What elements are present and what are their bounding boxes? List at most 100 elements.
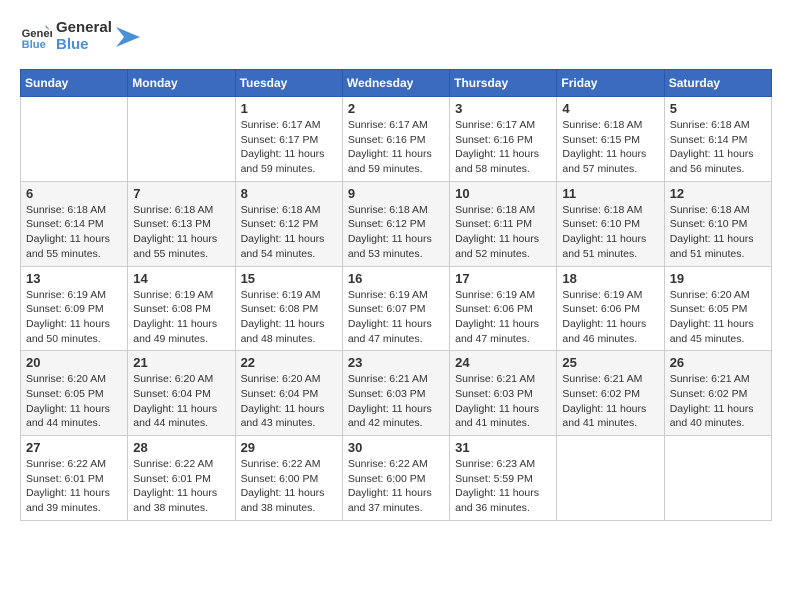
day-detail: Sunrise: 6:19 AM Sunset: 6:08 PM Dayligh… bbox=[241, 288, 337, 347]
day-detail: Sunrise: 6:20 AM Sunset: 6:04 PM Dayligh… bbox=[133, 372, 229, 431]
day-detail: Sunrise: 6:21 AM Sunset: 6:03 PM Dayligh… bbox=[455, 372, 551, 431]
day-number: 15 bbox=[241, 271, 337, 286]
calendar-cell: 15 Sunrise: 6:19 AM Sunset: 6:08 PM Dayli… bbox=[235, 266, 342, 351]
calendar-cell: 31Sunrise: 6:23 AM Sunset: 5:59 PM Dayli… bbox=[450, 436, 557, 521]
day-number: 20 bbox=[26, 355, 122, 370]
calendar-week-row: 27 Sunrise: 6:22 AM Sunset: 6:01 PM Dayli… bbox=[21, 436, 772, 521]
day-detail: Sunrise: 6:18 AM Sunset: 6:14 PM Dayligh… bbox=[670, 118, 766, 177]
day-number: 7 bbox=[133, 186, 229, 201]
day-number: 27 bbox=[26, 440, 122, 455]
day-number: 23 bbox=[348, 355, 444, 370]
calendar-cell bbox=[21, 97, 128, 182]
calendar-table: SundayMondayTuesdayWednesdayThursdayFrid… bbox=[20, 69, 772, 521]
day-number: 31 bbox=[455, 440, 551, 455]
day-detail: Sunrise: 6:20 AM Sunset: 6:04 PM Dayligh… bbox=[241, 372, 337, 431]
calendar-cell: 16 Sunrise: 6:19 AM Sunset: 6:07 PM Dayli… bbox=[342, 266, 449, 351]
day-number: 10 bbox=[455, 186, 551, 201]
day-detail: Sunrise: 6:21 AM Sunset: 6:02 PM Dayligh… bbox=[670, 372, 766, 431]
calendar-cell: 5Sunrise: 6:18 AM Sunset: 6:14 PM Daylig… bbox=[664, 97, 771, 182]
calendar-cell: 24Sunrise: 6:21 AM Sunset: 6:03 PM Dayli… bbox=[450, 351, 557, 436]
day-number: 22 bbox=[241, 355, 337, 370]
day-number: 18 bbox=[562, 271, 658, 286]
calendar-cell: 27 Sunrise: 6:22 AM Sunset: 6:01 PM Dayli… bbox=[21, 436, 128, 521]
logo-icon: General Blue bbox=[20, 21, 52, 53]
calendar-cell: 14 Sunrise: 6:19 AM Sunset: 6:08 PM Dayli… bbox=[128, 266, 235, 351]
day-number: 29 bbox=[241, 440, 337, 455]
calendar-cell: 4 Sunrise: 6:18 AM Sunset: 6:15 PM Daylig… bbox=[557, 97, 664, 182]
calendar-cell: 10 Sunrise: 6:18 AM Sunset: 6:11 PM Dayli… bbox=[450, 181, 557, 266]
calendar-cell: 28Sunrise: 6:22 AM Sunset: 6:01 PM Dayli… bbox=[128, 436, 235, 521]
day-number: 8 bbox=[241, 186, 337, 201]
day-number: 25 bbox=[562, 355, 658, 370]
calendar-week-row: 6Sunrise: 6:18 AM Sunset: 6:14 PM Daylig… bbox=[21, 181, 772, 266]
calendar-cell: 23 Sunrise: 6:21 AM Sunset: 6:03 PM Dayli… bbox=[342, 351, 449, 436]
day-detail: Sunrise: 6:18 AM Sunset: 6:15 PM Dayligh… bbox=[562, 118, 658, 177]
calendar-cell bbox=[664, 436, 771, 521]
day-detail: Sunrise: 6:19 AM Sunset: 6:06 PM Dayligh… bbox=[455, 288, 551, 347]
day-detail: Sunrise: 6:22 AM Sunset: 6:01 PM Dayligh… bbox=[133, 457, 229, 516]
logo-blue: Blue bbox=[56, 36, 89, 53]
calendar-cell: 30 Sunrise: 6:22 AM Sunset: 6:00 PM Dayli… bbox=[342, 436, 449, 521]
calendar-cell: 8 Sunrise: 6:18 AM Sunset: 6:12 PM Daylig… bbox=[235, 181, 342, 266]
calendar-cell: 26 Sunrise: 6:21 AM Sunset: 6:02 PM Dayli… bbox=[664, 351, 771, 436]
logo-arrow-icon bbox=[116, 27, 140, 47]
day-number: 13 bbox=[26, 271, 122, 286]
calendar-cell: 11 Sunrise: 6:18 AM Sunset: 6:10 PM Dayli… bbox=[557, 181, 664, 266]
calendar-cell: 22 Sunrise: 6:20 AM Sunset: 6:04 PM Dayli… bbox=[235, 351, 342, 436]
day-number: 11 bbox=[562, 186, 658, 201]
svg-text:Blue: Blue bbox=[22, 39, 46, 51]
day-detail: Sunrise: 6:18 AM Sunset: 6:13 PM Dayligh… bbox=[133, 203, 229, 262]
day-number: 19 bbox=[670, 271, 766, 286]
day-detail: Sunrise: 6:18 AM Sunset: 6:10 PM Dayligh… bbox=[670, 203, 766, 262]
calendar-header-thursday: Thursday bbox=[450, 70, 557, 97]
day-detail: Sunrise: 6:17 AM Sunset: 6:16 PM Dayligh… bbox=[455, 118, 551, 177]
calendar-header-monday: Monday bbox=[128, 70, 235, 97]
calendar-cell: 6Sunrise: 6:18 AM Sunset: 6:14 PM Daylig… bbox=[21, 181, 128, 266]
calendar-week-row: 20 Sunrise: 6:20 AM Sunset: 6:05 PM Dayli… bbox=[21, 351, 772, 436]
calendar-cell bbox=[128, 97, 235, 182]
day-detail: Sunrise: 6:20 AM Sunset: 6:05 PM Dayligh… bbox=[26, 372, 122, 431]
calendar-cell: 20 Sunrise: 6:20 AM Sunset: 6:05 PM Dayli… bbox=[21, 351, 128, 436]
day-number: 12 bbox=[670, 186, 766, 201]
calendar-cell: 12 Sunrise: 6:18 AM Sunset: 6:10 PM Dayli… bbox=[664, 181, 771, 266]
logo: General Blue General Blue bbox=[20, 20, 140, 53]
calendar-cell: 21Sunrise: 6:20 AM Sunset: 6:04 PM Dayli… bbox=[128, 351, 235, 436]
day-detail: Sunrise: 6:19 AM Sunset: 6:08 PM Dayligh… bbox=[133, 288, 229, 347]
day-detail: Sunrise: 6:18 AM Sunset: 6:10 PM Dayligh… bbox=[562, 203, 658, 262]
calendar-header-friday: Friday bbox=[557, 70, 664, 97]
day-detail: Sunrise: 6:17 AM Sunset: 6:17 PM Dayligh… bbox=[241, 118, 337, 177]
day-number: 4 bbox=[562, 101, 658, 116]
calendar-cell: 13 Sunrise: 6:19 AM Sunset: 6:09 PM Dayli… bbox=[21, 266, 128, 351]
day-detail: Sunrise: 6:18 AM Sunset: 6:11 PM Dayligh… bbox=[455, 203, 551, 262]
calendar-header-sunday: Sunday bbox=[21, 70, 128, 97]
day-detail: Sunrise: 6:21 AM Sunset: 6:02 PM Dayligh… bbox=[562, 372, 658, 431]
calendar-cell: 3 Sunrise: 6:17 AM Sunset: 6:16 PM Daylig… bbox=[450, 97, 557, 182]
day-detail: Sunrise: 6:19 AM Sunset: 6:09 PM Dayligh… bbox=[26, 288, 122, 347]
svg-text:General: General bbox=[22, 28, 52, 40]
calendar-week-row: 13 Sunrise: 6:19 AM Sunset: 6:09 PM Dayli… bbox=[21, 266, 772, 351]
calendar-header-tuesday: Tuesday bbox=[235, 70, 342, 97]
calendar-cell: 18 Sunrise: 6:19 AM Sunset: 6:06 PM Dayli… bbox=[557, 266, 664, 351]
day-detail: Sunrise: 6:18 AM Sunset: 6:12 PM Dayligh… bbox=[241, 203, 337, 262]
calendar-cell: 25 Sunrise: 6:21 AM Sunset: 6:02 PM Dayli… bbox=[557, 351, 664, 436]
calendar-header-saturday: Saturday bbox=[664, 70, 771, 97]
day-detail: Sunrise: 6:18 AM Sunset: 6:14 PM Dayligh… bbox=[26, 203, 122, 262]
day-number: 14 bbox=[133, 271, 229, 286]
day-detail: Sunrise: 6:19 AM Sunset: 6:07 PM Dayligh… bbox=[348, 288, 444, 347]
day-number: 30 bbox=[348, 440, 444, 455]
day-number: 3 bbox=[455, 101, 551, 116]
day-detail: Sunrise: 6:22 AM Sunset: 6:00 PM Dayligh… bbox=[348, 457, 444, 516]
day-detail: Sunrise: 6:21 AM Sunset: 6:03 PM Dayligh… bbox=[348, 372, 444, 431]
day-detail: Sunrise: 6:18 AM Sunset: 6:12 PM Dayligh… bbox=[348, 203, 444, 262]
day-detail: Sunrise: 6:17 AM Sunset: 6:16 PM Dayligh… bbox=[348, 118, 444, 177]
day-number: 26 bbox=[670, 355, 766, 370]
day-number: 16 bbox=[348, 271, 444, 286]
day-detail: Sunrise: 6:22 AM Sunset: 6:00 PM Dayligh… bbox=[241, 457, 337, 516]
day-detail: Sunrise: 6:22 AM Sunset: 6:01 PM Dayligh… bbox=[26, 457, 122, 516]
calendar-week-row: 1 Sunrise: 6:17 AM Sunset: 6:17 PM Daylig… bbox=[21, 97, 772, 182]
day-number: 1 bbox=[241, 101, 337, 116]
day-detail: Sunrise: 6:19 AM Sunset: 6:06 PM Dayligh… bbox=[562, 288, 658, 347]
calendar-header-row: SundayMondayTuesdayWednesdayThursdayFrid… bbox=[21, 70, 772, 97]
day-detail: Sunrise: 6:20 AM Sunset: 6:05 PM Dayligh… bbox=[670, 288, 766, 347]
day-number: 17 bbox=[455, 271, 551, 286]
